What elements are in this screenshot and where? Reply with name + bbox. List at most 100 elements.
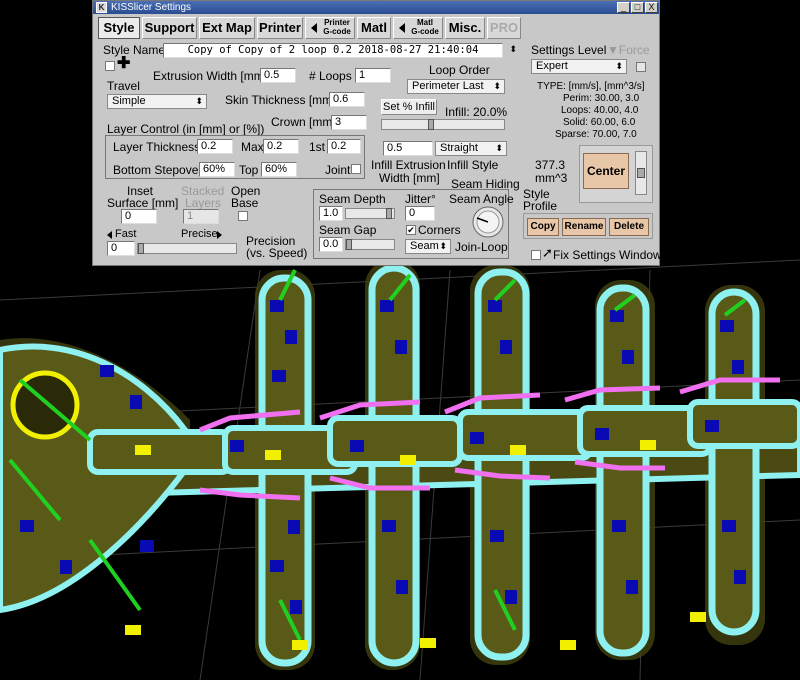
delete-profile-button[interactable]: Delete [609, 218, 649, 236]
minimize-button[interactable]: _ [617, 2, 630, 13]
tab-pro[interactable]: PRO [487, 17, 521, 39]
jitter-label: Jitter° [405, 192, 436, 206]
open-base-label-2: Base [231, 196, 259, 210]
tab-misc[interactable]: Misc. [445, 17, 485, 39]
seam-depth-label: Seam Depth [319, 192, 386, 206]
tab-ext-map[interactable]: Ext Map [199, 17, 255, 39]
infill-style-select[interactable]: Straight ⬍ [435, 141, 507, 156]
seam-depth-field[interactable]: 1.0 [319, 206, 343, 221]
tab-support[interactable]: Support [142, 17, 197, 39]
join-loop-label: Join-Loop [455, 240, 508, 254]
updown-arrow-icon: ⬍ [195, 96, 203, 106]
seam-gap-label: Seam Gap [319, 223, 377, 237]
loop-order-select[interactable]: Perimeter Last ⬍ [407, 79, 505, 94]
loops-field[interactable]: 1 [355, 68, 391, 83]
infill-style-label: Infill Style [447, 158, 499, 172]
updown-arrow-icon: ⬍ [493, 81, 501, 91]
skin-thickness-field[interactable]: 0.6 [329, 92, 365, 107]
top-stepover-field[interactable]: 60% [261, 162, 297, 177]
first-layer-field[interactable]: 0.2 [327, 139, 361, 154]
fast-label: Fast [115, 228, 137, 240]
center-slider-knob[interactable] [637, 168, 645, 178]
loop-order-label: Loop Order [429, 63, 490, 77]
bottom-stepover-field[interactable]: 60% [199, 162, 235, 177]
bottom-stepover-label: Bottom Stepover [113, 163, 203, 177]
settings-level-value: Expert [536, 60, 568, 72]
precision-slider[interactable] [137, 243, 237, 254]
crown-field[interactable]: 3 [331, 115, 367, 130]
sliced-fishbone-model [0, 260, 800, 670]
rename-profile-button[interactable]: Rename [562, 218, 606, 236]
right-arrow-icon [217, 231, 222, 239]
seam-angle-dial[interactable] [471, 205, 505, 239]
solid-speed-line: Solid: 60.00, 6.0 [563, 117, 636, 128]
seam-mode-select[interactable]: Seam ⬍ [405, 239, 451, 254]
set-infill-button[interactable]: Set % Infill [381, 99, 437, 115]
volume-value: 377.3 [535, 158, 566, 172]
updown-arrow-icon: ⬍ [509, 44, 517, 54]
tab-matl-gcode[interactable]: Matl G-code [393, 17, 443, 39]
speed-type-header: TYPE: [mm/s], [mm^3/s] [537, 81, 645, 92]
jitter-field[interactable]: 0 [405, 206, 435, 221]
style-name-field[interactable]: Copy of Copy of 2 loop 0.2 2018-08-27 21… [163, 43, 503, 58]
extrusion-width-label: Extrusion Width [mm] [153, 69, 268, 83]
precision-field[interactable]: 0 [107, 241, 135, 256]
layer-thickness-field[interactable]: 0.2 [197, 139, 233, 154]
inset-surface-field[interactable]: 0 [121, 209, 157, 224]
travel-select[interactable]: Simple ⬍ [107, 94, 207, 109]
open-base-checkbox[interactable] [238, 211, 248, 221]
corners-checkbox[interactable]: ✔ [406, 225, 416, 235]
settings-level-select[interactable]: Expert ⬍ [531, 59, 627, 74]
infill-extrusion-width-label-2: Width [mm] [379, 171, 440, 185]
travel-label: Travel [107, 79, 140, 93]
seam-depth-slider[interactable] [345, 208, 395, 219]
skin-thickness-label: Skin Thickness [mm] [225, 93, 336, 107]
infill-slider[interactable] [381, 119, 505, 130]
kisslicer-settings-window[interactable]: K KISSlicer Settings _ □ X Style Support… [92, 0, 662, 266]
inset-surface-label-2: Surface [mm] [107, 196, 179, 210]
plus-icon[interactable]: ✚ [117, 56, 130, 72]
center-button[interactable]: Center [583, 153, 629, 189]
volume-unit: mm^3 [535, 171, 568, 185]
sparse-speed-line: Sparse: 70.00, 7.0 [555, 129, 637, 140]
max-label: Max [241, 140, 264, 154]
seam-gap-field[interactable]: 0.0 [319, 237, 343, 252]
window-title: KISSlicer Settings [111, 2, 192, 13]
perim-speed-line: Perim: 30.00, 3.0 [563, 93, 640, 104]
joint-checkbox[interactable] [351, 164, 361, 174]
extrusion-width-field[interactable]: 0.5 [260, 68, 296, 83]
down-triangle-icon: ▼ [607, 43, 619, 57]
center-vertical-slider[interactable] [635, 151, 647, 195]
left-arrow-icon [311, 23, 317, 33]
infill-extrusion-width-label-1: Infill Extrusion [371, 158, 446, 172]
travel-value: Simple [112, 95, 146, 107]
copy-profile-button[interactable]: Copy [527, 218, 559, 236]
settings-level-label: Settings Level [531, 43, 607, 57]
tab-printer[interactable]: Printer [257, 17, 303, 39]
stacked-layers-label-2: Layers [185, 196, 222, 210]
tab-style[interactable]: Style [98, 17, 140, 39]
window-titlebar[interactable]: K KISSlicer Settings _ □ X [93, 1, 659, 14]
crown-label: Crown [mm] [271, 115, 336, 129]
left-arrow-icon [399, 23, 405, 33]
fix-settings-checkbox[interactable] [531, 250, 541, 260]
loops-label: # Loops [309, 69, 352, 83]
seam-depth-slider-knob[interactable] [386, 208, 392, 219]
max-thickness-field[interactable]: 0.2 [263, 139, 299, 154]
infill-slider-knob[interactable] [428, 119, 434, 130]
maximize-button[interactable]: □ [631, 2, 644, 13]
seam-gap-slider-knob[interactable] [346, 239, 352, 250]
infill-extrusion-width-field[interactable]: 0.5 [383, 141, 433, 156]
style-name-spinner[interactable]: ⬍ [505, 43, 517, 58]
style-profile-label-2: Profile [523, 199, 558, 213]
updown-arrow-icon: ⬍ [439, 241, 447, 251]
precision-slider-knob[interactable] [138, 243, 144, 254]
seam-gap-slider[interactable] [345, 239, 395, 250]
tab-printer-gcode[interactable]: Printer G-code [305, 17, 355, 39]
kisslicer-app-icon: K [96, 2, 107, 13]
tab-matl[interactable]: Matl [357, 17, 391, 39]
new-style-checkbox[interactable] [105, 61, 115, 71]
force-checkbox[interactable] [636, 62, 646, 72]
stacked-layers-field[interactable]: 1 [183, 209, 219, 224]
close-button[interactable]: X [645, 2, 658, 13]
